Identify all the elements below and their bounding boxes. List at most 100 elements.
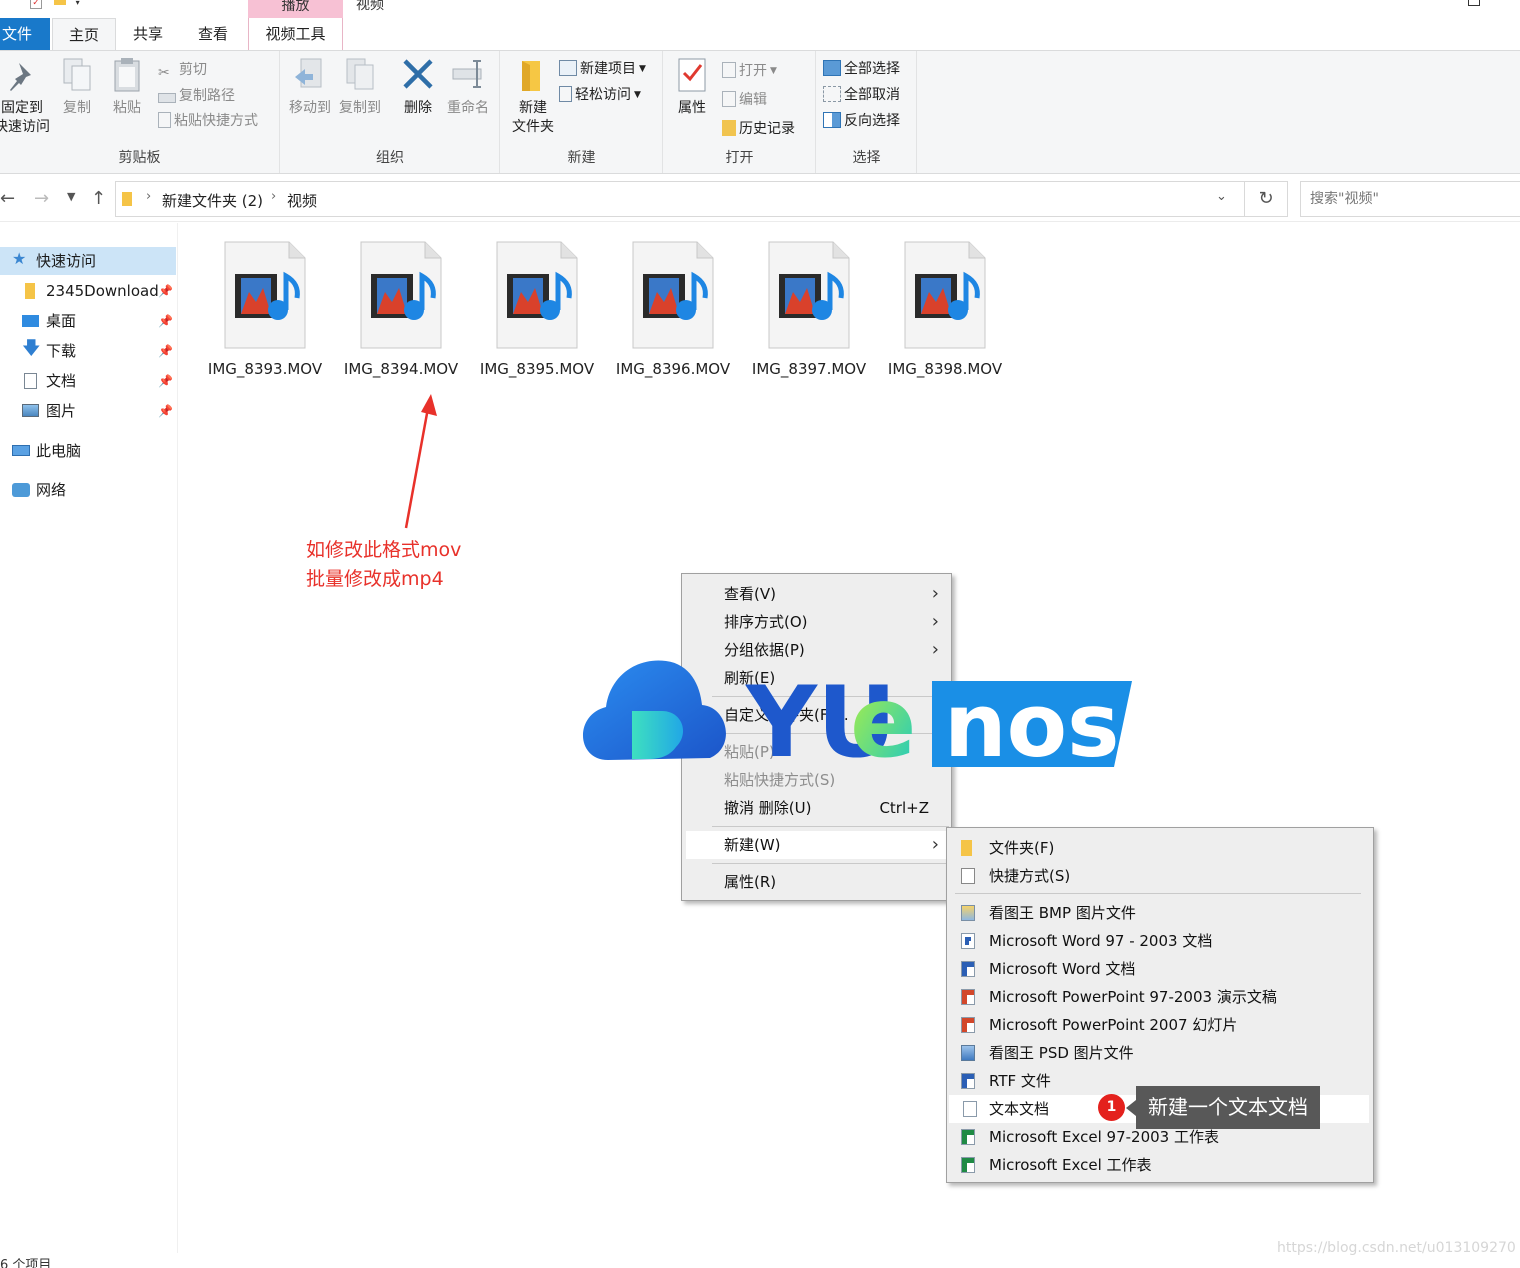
search-input[interactable]: 搜索"视频" — [1300, 181, 1520, 217]
file-item[interactable]: IMG_8395.MOV — [471, 240, 603, 378]
maximize-icon[interactable] — [1468, 0, 1480, 6]
menu-item-undo-delete[interactable]: 撤消 删除(U) Ctrl+Z — [682, 794, 951, 822]
breadcrumb-parent-folder[interactable]: 新建文件夹 (2) — [162, 190, 263, 211]
folder-icon[interactable] — [53, 0, 66, 5]
easy-access-icon — [559, 86, 572, 102]
properties-icon — [678, 58, 706, 92]
submenu-item-file-type[interactable]: Microsoft Excel 工作表 — [947, 1151, 1373, 1179]
copy-to-button[interactable]: 复制到 — [335, 57, 385, 118]
submenu-item-file-type[interactable]: Microsoft PowerPoint 97-2003 演示文稿 — [947, 983, 1373, 1011]
sidebar-item-this-pc[interactable]: 此电脑 — [0, 437, 176, 465]
pin-to-quick-access-button[interactable]: 固定到 快速访问 — [0, 57, 50, 137]
breadcrumb-current-folder[interactable]: 视频 — [287, 190, 317, 211]
recent-locations-chevron-icon[interactable]: ▼ — [67, 190, 75, 203]
clipboard-group-label: 剪贴板 — [118, 150, 161, 166]
tab-home[interactable]: 主页 — [52, 18, 116, 51]
new-item-button[interactable]: 新建项目 ▼ — [559, 57, 646, 81]
sidebar-item-downloads[interactable]: 🡇 下载 📌 — [0, 337, 176, 365]
video-file-icon — [768, 241, 850, 349]
submenu-item-file-type[interactable]: Microsoft PowerPoint 2007 幻灯片 — [947, 1011, 1373, 1039]
paste-shortcut-button[interactable]: 粘贴快捷方式 — [158, 109, 258, 133]
chevron-down-icon[interactable]: ⌄ — [1216, 189, 1227, 204]
window-title: 视频 — [356, 0, 384, 13]
pin-icon[interactable]: 📌 — [158, 307, 173, 335]
submenu-item-file-type[interactable]: 看图王 BMP 图片文件 — [947, 899, 1373, 927]
pin-icon[interactable]: 📌 — [158, 277, 173, 305]
history-button[interactable]: 历史记录 — [722, 117, 795, 141]
new-folder-button[interactable]: 新建 文件夹 — [505, 57, 561, 137]
menu-item-sort[interactable]: 排序方式(O) › — [682, 608, 951, 636]
delete-label: 删除 — [404, 100, 432, 116]
cut-button[interactable]: ✂ 剪切 — [158, 58, 207, 82]
sidebar-item-quick-access[interactable]: ★ 快速访问 — [0, 247, 176, 275]
tab-share[interactable]: 共享 — [116, 18, 180, 50]
chevron-down-icon[interactable]: ▾ — [76, 0, 80, 7]
sidebar-item-pictures[interactable]: 图片 📌 — [0, 397, 176, 425]
invert-selection-button[interactable]: 反向选择 — [823, 109, 900, 133]
move-to-button[interactable]: 移动到 — [285, 57, 335, 118]
submenu-item-folder[interactable]: 文件夹(F) — [947, 834, 1373, 862]
file-item[interactable]: IMG_8393.MOV — [199, 240, 331, 378]
select-all-button[interactable]: 全部选择 — [823, 57, 900, 81]
folder-icon — [122, 192, 132, 206]
checkmark-icon[interactable]: ✓ — [30, 0, 42, 9]
copy-path-icon — [158, 93, 176, 103]
sidebar-item-documents[interactable]: 文档 📌 — [0, 367, 176, 395]
edit-label: 编辑 — [739, 92, 767, 108]
file-item[interactable]: IMG_8396.MOV — [607, 240, 739, 378]
forward-arrow-icon[interactable]: → — [34, 188, 49, 209]
menu-item-label: 属性(R) — [724, 873, 777, 891]
annotation-text: 如修改此格式mov 批量修改成mp4 — [306, 536, 461, 594]
open-group-label: 打开 — [725, 150, 754, 166]
properties-button[interactable]: 属性 — [668, 57, 716, 118]
menu-item-shortcut: Ctrl+Z — [879, 799, 929, 817]
select-none-button[interactable]: 全部取消 — [823, 83, 900, 107]
quick-access-toolbar[interactable]: ✓ ▾ — [4, 0, 80, 9]
delete-button[interactable]: 删除 — [393, 57, 443, 118]
tab-view[interactable]: 查看 — [180, 18, 246, 50]
submenu-item-file-type[interactable]: Microsoft Word 97 - 2003 文档 — [947, 927, 1373, 955]
paste-shortcut-icon — [158, 112, 171, 128]
sidebar-item-2345download[interactable]: 2345Download 📌 — [0, 277, 176, 305]
copy-path-button[interactable]: 复制路径 — [158, 84, 235, 108]
copy-button[interactable]: 复制 — [56, 57, 98, 118]
step-tooltip: 新建一个文本文档 — [1126, 1086, 1320, 1129]
sidebar-item-desktop[interactable]: 桌面 📌 — [0, 307, 176, 335]
sidebar-item-network[interactable]: 网络 — [0, 476, 176, 504]
tab-video-tools[interactable]: 视频工具 — [248, 18, 343, 50]
submenu-item-file-type[interactable]: Microsoft Word 文档 — [947, 955, 1373, 983]
up-arrow-icon[interactable]: ↑ — [91, 188, 106, 209]
sidebar-item-label: 网络 — [36, 481, 67, 499]
submenu-item-file-type[interactable]: 看图王 PSD 图片文件 — [947, 1039, 1373, 1067]
rename-button[interactable]: 重命名 — [443, 57, 493, 118]
new-group: 新建 文件夹 新建项目 ▼ 轻松访问 ▼ 新建 — [501, 51, 663, 173]
open-button[interactable]: 打开 ▼ — [722, 59, 777, 83]
menu-item-new[interactable]: 新建(W) › — [686, 831, 947, 859]
video-file-icon — [496, 241, 578, 349]
sidebar-item-label: 文档 — [46, 372, 77, 390]
menu-item-paste-shortcut[interactable]: 粘贴快捷方式(S) — [682, 766, 951, 794]
tab-file[interactable]: 文件 — [0, 18, 50, 50]
edit-button[interactable]: 编辑 — [722, 88, 767, 112]
back-arrow-icon[interactable]: ← — [0, 188, 15, 209]
submenu-item-shortcut[interactable]: 快捷方式(S) — [947, 862, 1373, 890]
pin-icon[interactable]: 📌 — [158, 337, 173, 365]
paste-shortcut-label: 粘贴快捷方式 — [174, 113, 258, 129]
copy-label: 复制 — [63, 100, 91, 116]
file-item[interactable]: IMG_8398.MOV — [879, 240, 1011, 378]
easy-access-button[interactable]: 轻松访问 ▼ — [559, 83, 641, 107]
file-item[interactable]: IMG_8394.MOV — [335, 240, 467, 378]
pin-icon[interactable]: 📌 — [158, 397, 173, 425]
network-icon — [12, 483, 30, 497]
pin-label-line1: 固定到 — [1, 100, 43, 116]
file-item[interactable]: IMG_8397.MOV — [743, 240, 875, 378]
menu-item-properties[interactable]: 属性(R) — [682, 868, 951, 896]
address-bar[interactable]: › 新建文件夹 (2) › 视频 ⌄ — [115, 181, 1245, 217]
paste-button[interactable]: 粘贴 — [106, 57, 148, 118]
chevron-right-icon[interactable]: › — [146, 189, 151, 204]
menu-item-view[interactable]: 查看(V) › — [682, 580, 951, 608]
pin-icon[interactable]: 📌 — [158, 367, 173, 395]
word-doc-icon — [961, 961, 975, 977]
chevron-right-icon[interactable]: › — [271, 189, 276, 204]
refresh-icon[interactable]: ↻ — [1245, 181, 1288, 217]
